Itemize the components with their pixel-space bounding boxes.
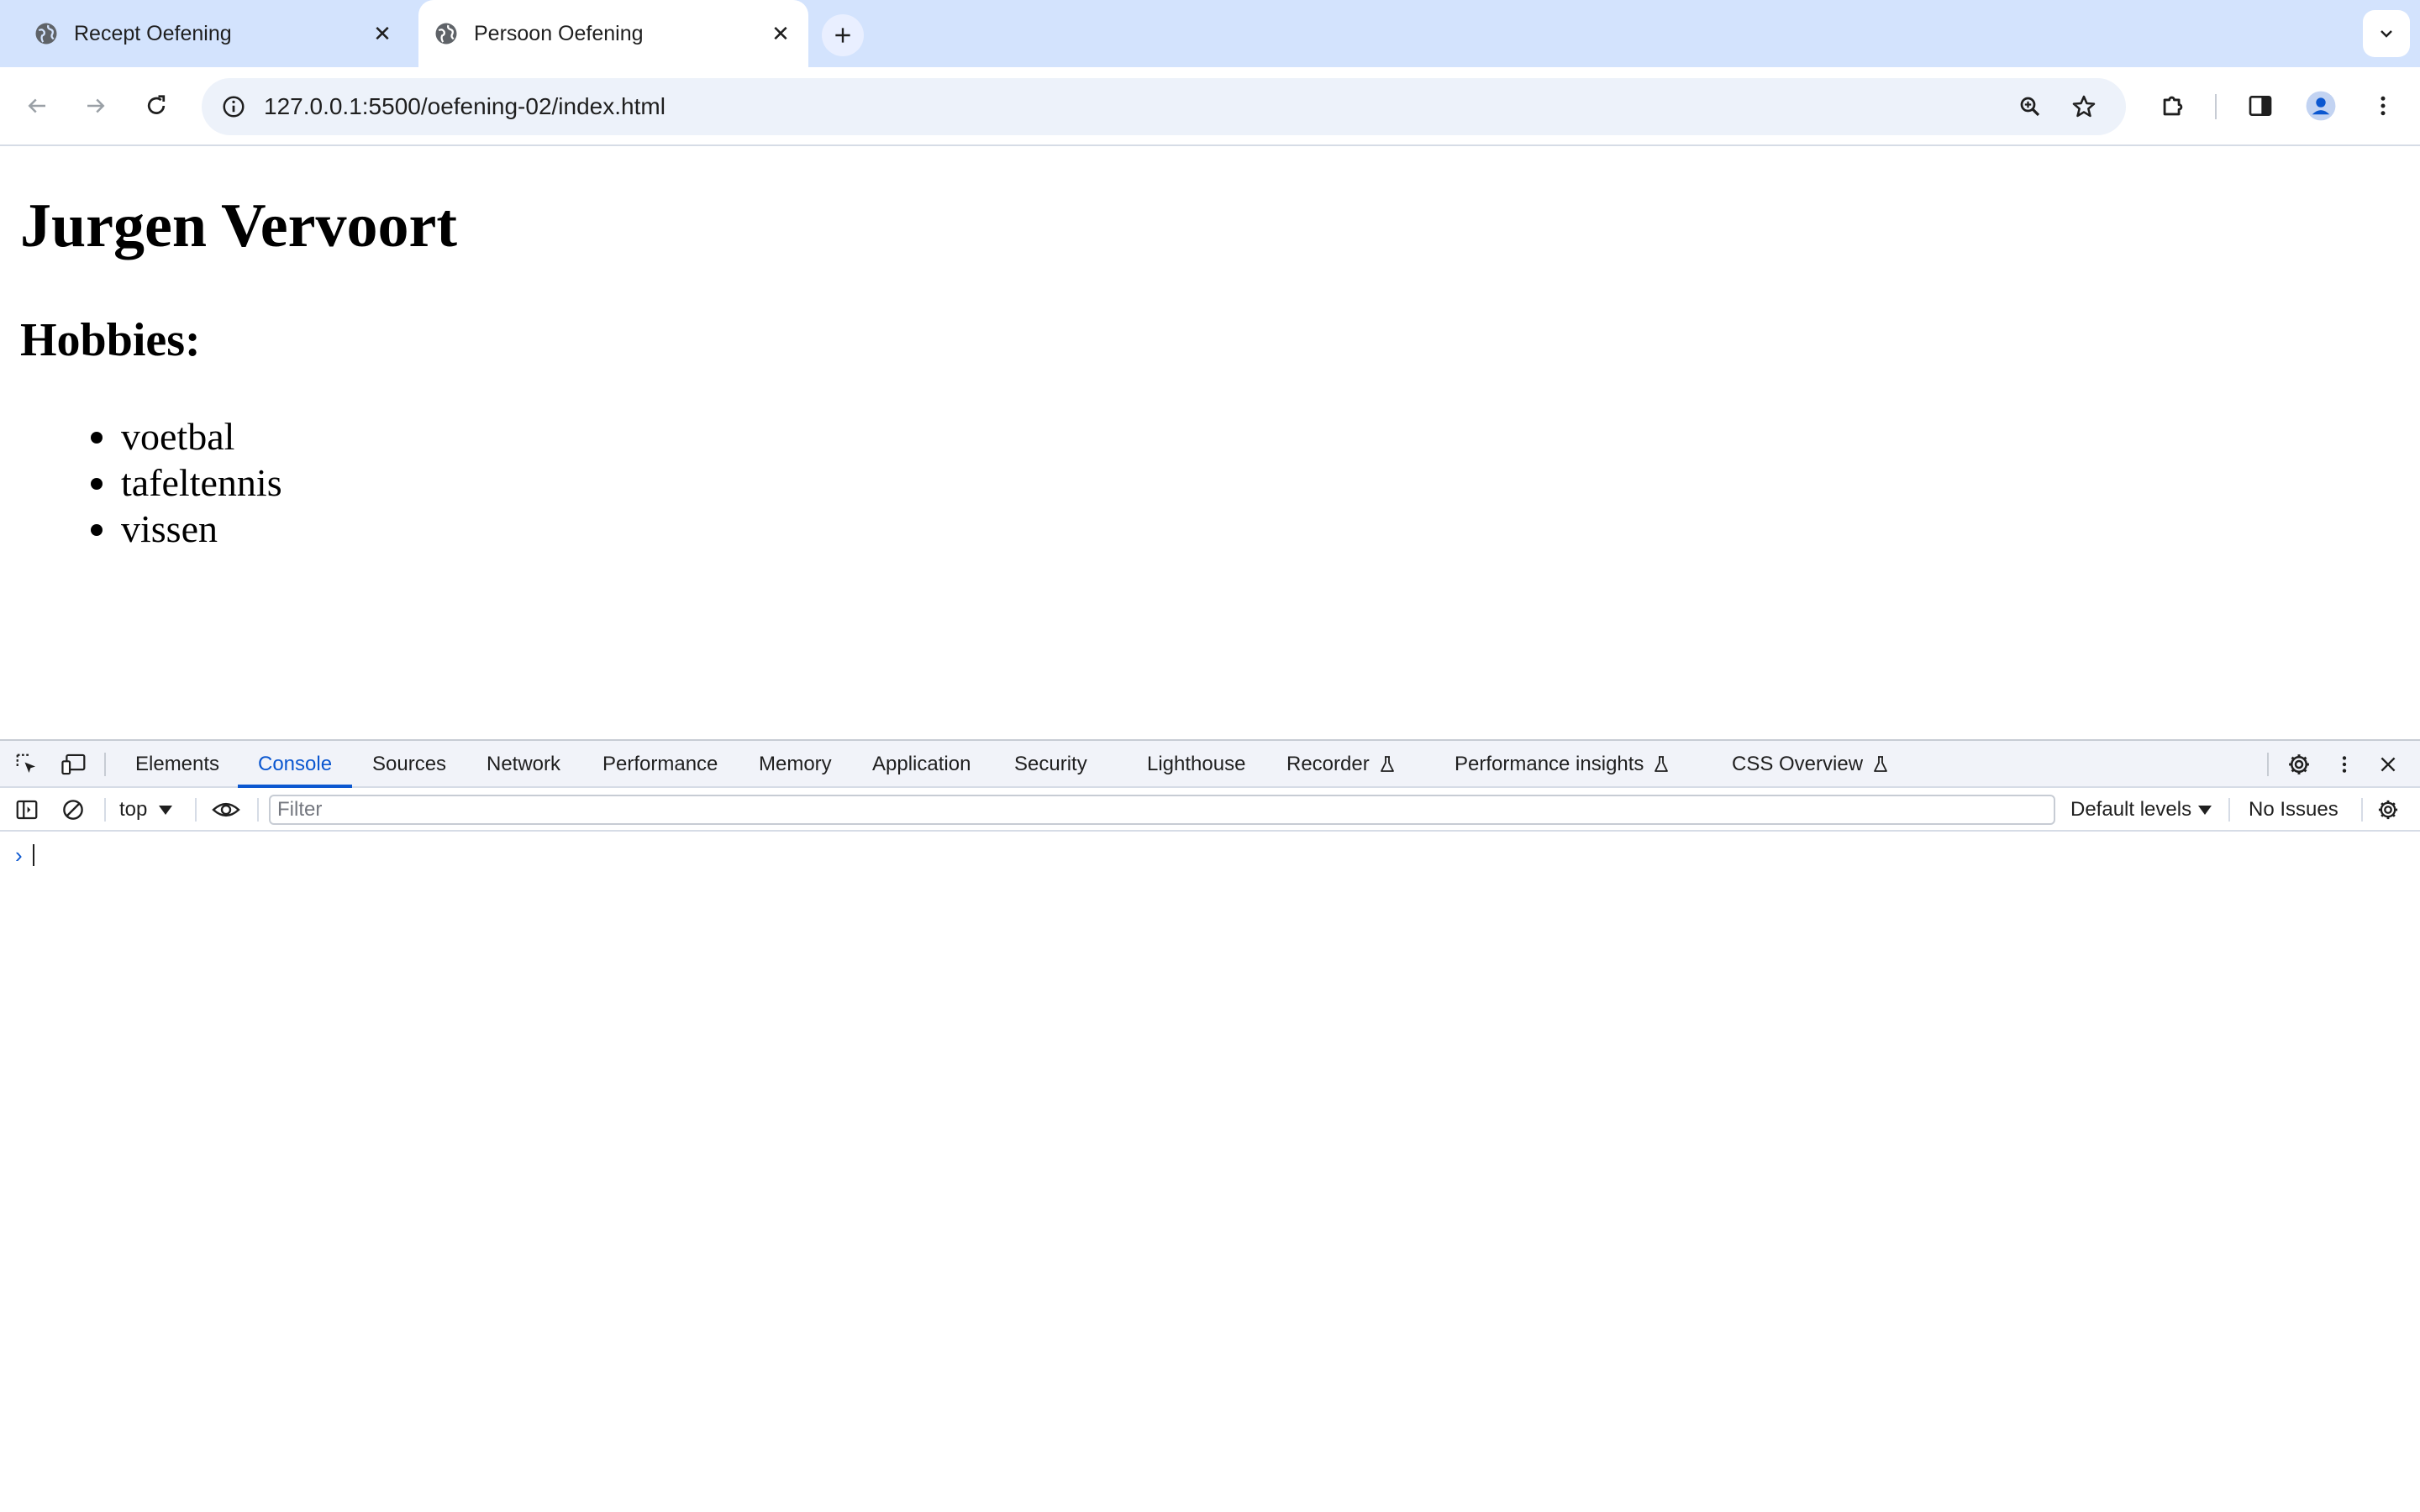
close-tab-icon[interactable]: ✕ — [766, 19, 795, 48]
devtools-panel: Elements Console Sources Network Perform… — [0, 739, 2420, 1512]
more-vertical-icon[interactable] — [2328, 749, 2361, 780]
hobby-item: vissen — [91, 506, 282, 552]
tab-performance-insights[interactable]: Performance insights — [1455, 741, 1670, 788]
show-sidebar-icon[interactable] — [10, 795, 44, 825]
toolbar-divider — [2267, 753, 2269, 776]
forward-button[interactable] — [76, 86, 116, 126]
flask-icon — [1655, 756, 1669, 772]
profile-button[interactable] — [2301, 86, 2341, 126]
browser-menu-button[interactable] — [2363, 86, 2403, 126]
hobby-item: tafeltennis — [91, 461, 282, 504]
tab-recorder[interactable]: Recorder — [1286, 741, 1397, 788]
back-button[interactable] — [17, 86, 57, 126]
toolbar-divider — [257, 798, 259, 822]
url-text[interactable]: 127.0.0.1:5500/oefening-02/index.html — [264, 92, 666, 121]
text-cursor — [32, 844, 34, 866]
tab-security[interactable]: Security — [1014, 741, 1087, 788]
console-filter-input[interactable] — [269, 795, 2055, 825]
devtools-tab-bar: Elements Console Sources Network Perform… — [0, 741, 2420, 788]
tab-sources[interactable]: Sources — [372, 741, 446, 788]
context-selector[interactable]: top — [119, 795, 173, 825]
new-tab-button[interactable] — [822, 14, 864, 56]
dropdown-caret-icon — [2198, 805, 2212, 815]
site-info-icon[interactable] — [213, 87, 254, 127]
tab-css-overview[interactable]: CSS Overview — [1732, 741, 1890, 788]
address-bar[interactable]: 127.0.0.1:5500/oefening-02/index.html — [202, 78, 2126, 135]
puzzle-icon — [2163, 96, 2183, 116]
flask-icon — [1380, 756, 1394, 772]
issues-counter[interactable]: No Issues — [2249, 795, 2338, 825]
tab-strip: Recept Oefening ✕ Persoon Oefening ✕ — [0, 0, 2420, 67]
tab-console[interactable]: Console — [237, 741, 353, 788]
toolbar-divider — [104, 798, 106, 822]
tab-elements[interactable]: Elements — [135, 741, 219, 788]
clear-console-icon[interactable] — [56, 795, 90, 825]
tab-title: Recept Oefening — [74, 22, 232, 45]
more-vertical-icon — [2381, 96, 2386, 116]
globe-icon — [435, 23, 457, 45]
browser-toolbar: 127.0.0.1:5500/oefening-02/index.html — [0, 67, 2420, 146]
zoom-icon[interactable] — [2010, 87, 2050, 127]
flask-icon — [1874, 756, 1887, 772]
settings-gear-icon[interactable] — [2282, 749, 2316, 780]
tab-performance[interactable]: Performance — [602, 741, 718, 788]
tab-lighthouse[interactable]: Lighthouse — [1147, 741, 1245, 788]
plus-icon — [835, 28, 850, 43]
tab-application[interactable]: Application — [872, 741, 971, 788]
globe-icon — [35, 23, 57, 45]
toolbar-divider — [2215, 94, 2217, 119]
console-toolbar: top Default levels No Issues — [0, 788, 2420, 832]
arrow-right-icon — [87, 98, 105, 113]
live-expression-eye-icon[interactable] — [209, 795, 243, 825]
arrow-left-icon — [28, 98, 45, 113]
tab-memory[interactable]: Memory — [759, 741, 832, 788]
side-panel-icon — [2249, 96, 2272, 116]
close-tab-icon[interactable]: ✕ — [368, 19, 397, 48]
tab-title: Persoon Oefening — [474, 22, 644, 45]
chevron-down-icon — [2381, 30, 2392, 38]
toolbar-divider — [2228, 798, 2230, 822]
reload-icon — [147, 95, 166, 114]
toolbar-divider — [104, 753, 106, 776]
extensions-button[interactable] — [2153, 86, 2193, 126]
inspect-element-icon[interactable] — [10, 749, 44, 780]
hobbies-list: voetbal tafeltennis vissen — [91, 413, 282, 552]
avatar-icon — [2306, 91, 2336, 121]
hobby-item: voetbal — [91, 413, 282, 459]
prompt-chevron-icon: › — [15, 843, 23, 868]
reload-button[interactable] — [136, 86, 176, 126]
context-label: top — [119, 798, 148, 821]
tab-network[interactable]: Network — [487, 741, 560, 788]
tab-recept-oefening[interactable]: Recept Oefening ✕ — [0, 0, 417, 67]
side-panel-button[interactable] — [2240, 86, 2281, 126]
dropdown-caret-icon — [159, 805, 173, 815]
tab-persoon-oefening[interactable]: Persoon Oefening ✕ — [418, 0, 808, 67]
log-levels-label: Default levels — [2070, 798, 2192, 821]
close-devtools-icon[interactable] — [2371, 749, 2405, 780]
toolbar-divider — [195, 798, 197, 822]
page-heading: Jurgen Vervoort — [20, 192, 457, 260]
tab-search-button[interactable] — [2363, 10, 2410, 57]
web-page-content: Jurgen Vervoort Hobbies: voetbal tafelte… — [0, 148, 2420, 739]
console-prompt[interactable]: › — [15, 840, 34, 870]
toolbar-divider — [2361, 798, 2363, 822]
log-levels-dropdown[interactable]: Default levels — [2070, 795, 2212, 825]
console-settings-gear-icon[interactable] — [2371, 795, 2405, 825]
hobbies-heading: Hobbies: — [20, 314, 201, 366]
bookmark-star-icon[interactable] — [2064, 87, 2104, 127]
device-toolbar-icon[interactable] — [57, 749, 91, 780]
